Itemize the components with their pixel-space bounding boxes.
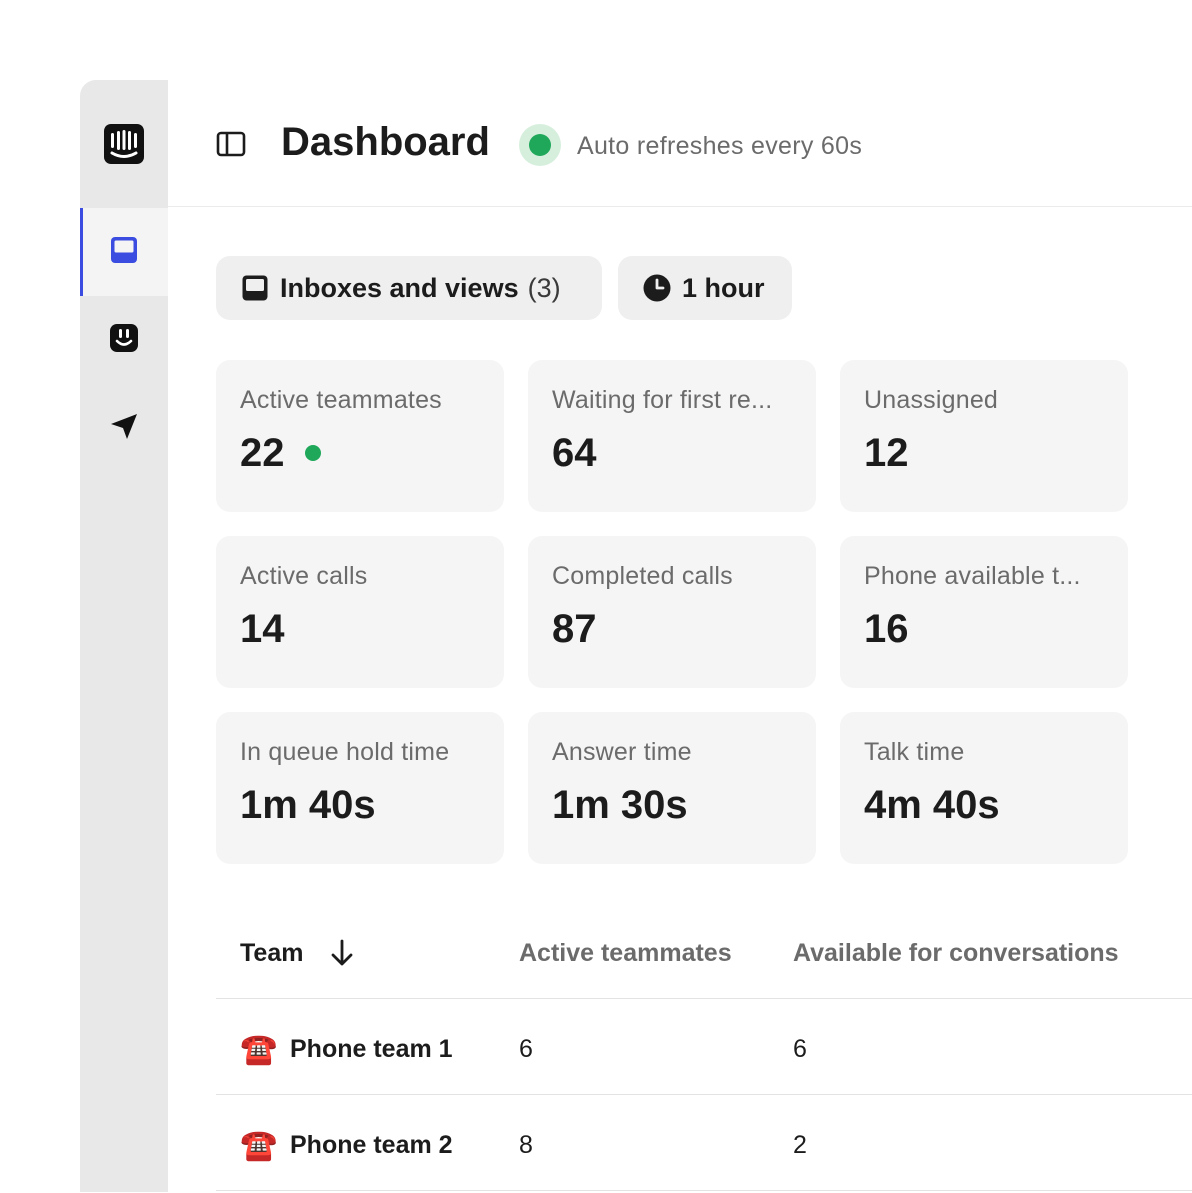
column-header-active-teammates[interactable]: Active teammates xyxy=(519,936,732,970)
fin-bot-icon xyxy=(109,323,139,358)
inbox-icon xyxy=(240,273,270,303)
table-divider xyxy=(216,1190,1192,1191)
sidebar-item-outbound[interactable] xyxy=(80,384,168,472)
stat-value-wrap: 22 xyxy=(240,432,480,474)
stat-value: 16 xyxy=(864,607,909,651)
team-cell: ☎️ Phone team 1 xyxy=(240,1001,453,1097)
stat-value: 4m 40s xyxy=(864,783,1000,827)
stat-label: In queue hold time xyxy=(240,738,450,766)
sidebar-toggle-icon[interactable] xyxy=(216,130,248,158)
stat-label: Completed calls xyxy=(552,562,733,590)
stat-card-phone-available[interactable]: Phone available t... 16 xyxy=(840,536,1128,688)
inboxes-filter-button[interactable]: Inboxes and views (3) xyxy=(216,256,602,320)
stat-value: 87 xyxy=(552,607,597,651)
sidebar xyxy=(80,80,168,1192)
stat-value: 64 xyxy=(552,431,597,475)
table-row[interactable]: ☎️ Phone team 1 6 6 xyxy=(216,1001,1192,1097)
stat-card-active-calls[interactable]: Active calls 14 xyxy=(216,536,504,688)
inboxes-filter-count: (3) xyxy=(527,272,561,303)
stat-value: 22 xyxy=(240,431,285,475)
table-divider xyxy=(216,1094,1192,1095)
inboxes-filter-label: Inboxes and views xyxy=(280,272,519,303)
time-range-label: 1 hour xyxy=(682,272,765,303)
available-cell: 6 xyxy=(793,1034,807,1063)
telephone-icon: ☎️ xyxy=(240,1128,278,1162)
intercom-logo-icon[interactable] xyxy=(104,124,144,164)
sidebar-item-fin[interactable] xyxy=(80,296,168,384)
header-divider xyxy=(168,206,1192,207)
stat-value: 1m 40s xyxy=(240,783,376,827)
stat-label: Answer time xyxy=(552,738,692,766)
stat-label: Active calls xyxy=(240,562,368,590)
column-header-team[interactable]: Team xyxy=(240,936,303,970)
inbox-icon xyxy=(109,235,139,270)
stat-label: Unassigned xyxy=(864,386,999,414)
stat-card-active-teammates[interactable]: Active teammates 22 xyxy=(216,360,504,512)
column-header-available[interactable]: Available for conversations xyxy=(793,936,1119,970)
time-range-button[interactable]: 1 hour xyxy=(618,256,792,320)
live-status-dot xyxy=(529,134,551,156)
live-status-indicator xyxy=(519,124,561,166)
auto-refresh-text: Auto refreshes every 60s xyxy=(577,132,863,160)
online-dot xyxy=(304,445,321,461)
sidebar-item-inbox[interactable] xyxy=(80,208,168,296)
team-name: Phone team 2 xyxy=(290,1130,453,1159)
stat-label: Talk time xyxy=(864,738,965,766)
table-divider xyxy=(216,998,1192,999)
stat-label: Phone available t... xyxy=(864,562,1081,590)
stat-card-answer-time[interactable]: Answer time 1m 30s xyxy=(528,712,816,864)
clock-icon xyxy=(642,273,672,303)
stat-label: Waiting for first re... xyxy=(552,386,773,414)
stat-card-unassigned[interactable]: Unassigned 12 xyxy=(840,360,1128,512)
stat-value: 12 xyxy=(864,431,909,475)
stat-value: 14 xyxy=(240,607,285,651)
sort-descending-icon[interactable] xyxy=(328,938,356,968)
active-teammates-cell: 8 xyxy=(519,1130,533,1159)
team-name: Phone team 1 xyxy=(290,1034,453,1063)
available-cell: 2 xyxy=(793,1130,807,1159)
stat-card-waiting-first-response[interactable]: Waiting for first re... 64 xyxy=(528,360,816,512)
telephone-icon: ☎️ xyxy=(240,1032,278,1066)
page-title: Dashboard xyxy=(281,120,490,164)
stat-card-talk-time[interactable]: Talk time 4m 40s xyxy=(840,712,1128,864)
team-cell: ☎️ Phone team 2 xyxy=(240,1097,453,1193)
active-teammates-cell: 6 xyxy=(519,1034,533,1063)
stat-card-completed-calls[interactable]: Completed calls 87 xyxy=(528,536,816,688)
stat-label: Active teammates xyxy=(240,386,442,414)
send-icon xyxy=(109,411,139,446)
stat-value: 1m 30s xyxy=(552,783,688,827)
stat-card-queue-hold-time[interactable]: In queue hold time 1m 40s xyxy=(216,712,504,864)
table-row[interactable]: ☎️ Phone team 2 8 2 xyxy=(216,1097,1192,1193)
